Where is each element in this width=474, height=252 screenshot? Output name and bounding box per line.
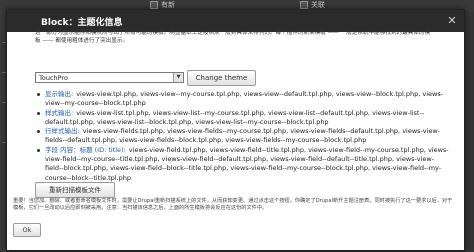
list-item-text: views-view-fields.tpl.php, views-view-fi… bbox=[45, 127, 441, 145]
dialog-intro-text: 这一部分为显示插件和模块所写出了所有可能的模板。明显基本上是按照从一般到具体来排… bbox=[35, 30, 431, 44]
theming-info-dialog: Block：主题化信息 ✕ 这一部分为显示插件和模块所写出了所有可能的模板。明显… bbox=[6, 9, 465, 251]
dialog-title: Block：主题化信息 bbox=[41, 18, 123, 28]
list-item: 字段 内容：标题 (ID: title): views-view-field.tp… bbox=[35, 146, 449, 183]
bullet-icon bbox=[37, 93, 40, 96]
list-item-label: 字段 内容：标题 (ID: title): bbox=[45, 145, 126, 154]
bullet-icon bbox=[37, 111, 40, 115]
list-item-text: views-view.tpl.php, views-view--my-cours… bbox=[45, 90, 444, 108]
background-right-edge bbox=[464, 12, 474, 252]
bullet-icon bbox=[37, 130, 40, 134]
template-suggestions-list: 显示输出: views-view.tpl.php, views-view--my-… bbox=[35, 90, 449, 183]
list-item-label: 行样式输出: bbox=[45, 127, 80, 136]
change-theme-button[interactable]: Change theme bbox=[187, 70, 256, 86]
list-item: 样式输出: views-view-list.tpl.php, views-view… bbox=[35, 109, 449, 128]
checkbox-icon bbox=[150, 1, 158, 9]
ok-button[interactable]: Ok bbox=[13, 223, 41, 237]
rescan-footnote: 重要！当您加、删除、或者重命名模板文件时，需要让Drupal重新扫描系统上的文件… bbox=[13, 198, 453, 212]
list-item-text: views-view-list.tpl.php, views-view-list… bbox=[45, 108, 425, 126]
list-item-label: 样式输出: bbox=[45, 108, 74, 117]
list-item: 显示输出: views-view.tpl.php, views-view--my-… bbox=[35, 90, 449, 109]
checkbox-icon bbox=[300, 1, 308, 9]
dialog-titlebar: Block：主题化信息 ✕ bbox=[7, 10, 464, 32]
list-item-label: 显示输出: bbox=[45, 90, 74, 98]
theme-select[interactable]: TouchPro ▼ bbox=[35, 72, 184, 83]
close-icon[interactable]: ✕ bbox=[446, 15, 458, 27]
dialog-intro-container: 这一部分为显示插件和模块所写出了所有可能的模板。明显基本上是按照从一般到具体来排… bbox=[35, 30, 454, 45]
bullet-icon bbox=[37, 148, 40, 152]
list-item: 行样式输出: views-view-fields.tpl.php, views-v… bbox=[35, 127, 449, 146]
chevron-down-icon[interactable]: ▼ bbox=[173, 73, 183, 82]
rescan-templates-button[interactable]: 重新扫描模板文件 bbox=[35, 182, 115, 198]
theme-select-value: TouchPro bbox=[39, 74, 68, 82]
